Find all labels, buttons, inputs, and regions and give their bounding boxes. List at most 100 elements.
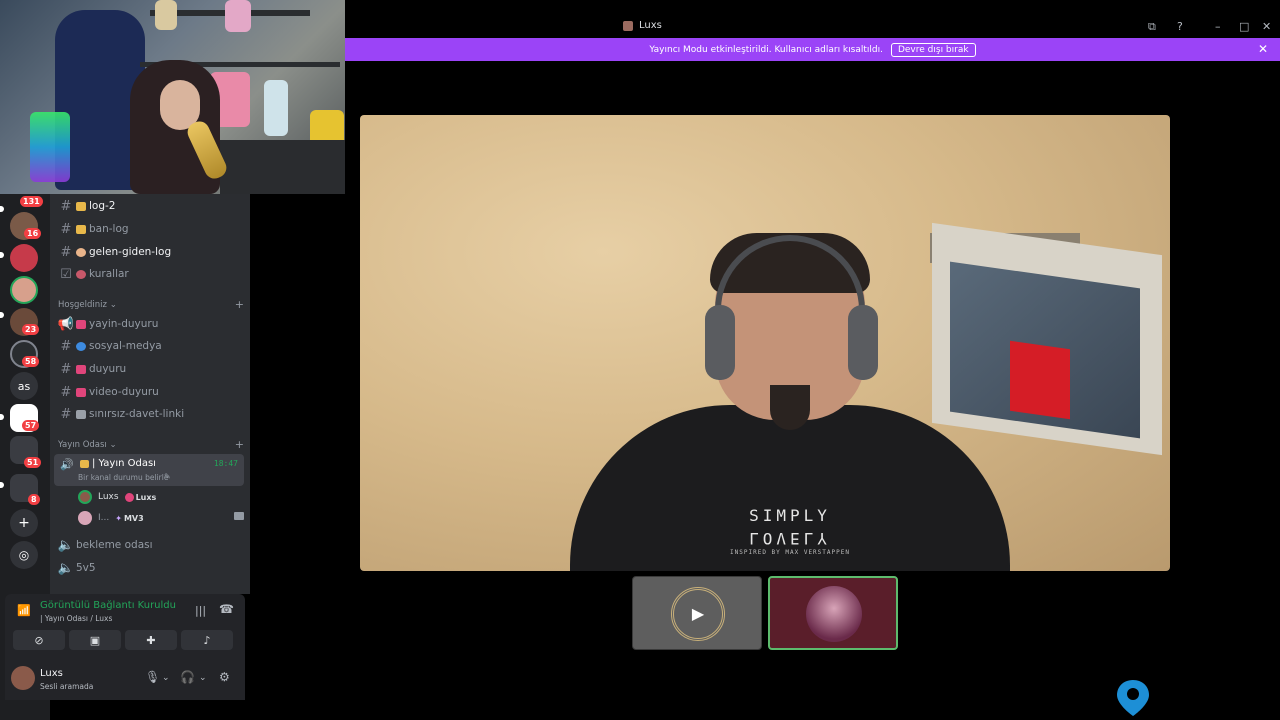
- hash-icon: #: [60, 244, 72, 260]
- channel-duyuru[interactable]: # duyuru: [56, 359, 244, 379]
- speaker-icon: 🔊: [60, 458, 74, 471]
- server-icon[interactable]: [10, 276, 38, 304]
- window-title: Luxs: [623, 20, 662, 31]
- connection-status[interactable]: Görüntülü Bağlantı Kuruldu: [40, 600, 176, 611]
- speaker-icon: 🔈: [57, 537, 75, 553]
- close-icon[interactable]: ✕: [1258, 42, 1268, 56]
- channel-gelen-giden-log[interactable]: # gelen-giden-log: [56, 242, 244, 262]
- headphones-icon[interactable]: 🎧: [180, 670, 195, 684]
- camera-icon: [234, 512, 244, 520]
- mention-badge: 57: [22, 420, 40, 431]
- voice-user-mv3[interactable]: I... ✦ MV3: [78, 509, 244, 527]
- activities-icon: ✚: [146, 633, 156, 647]
- chevron-down-icon[interactable]: ⌄: [199, 673, 207, 683]
- desk: [220, 140, 345, 194]
- category-label: Yayın Odası: [58, 439, 107, 450]
- voice-connection-panel: 📶 Görüntülü Bağlantı Kuruldu | Yayın Oda…: [5, 594, 245, 656]
- voice-channel-yayin-odasi[interactable]: 🔊 | Yayın Odası 18:47 Bir kanal durumu b…: [54, 454, 244, 486]
- flag: [1010, 340, 1070, 420]
- channel-sosyal-medya[interactable]: # sosyal-medya: [56, 336, 244, 356]
- voice-user-luxs[interactable]: Luxs Luxs: [78, 488, 156, 506]
- signal-icon[interactable]: 📶: [17, 604, 31, 617]
- soundboard-button[interactable]: ♪: [181, 630, 233, 650]
- voice-channel-bekleme-odasi[interactable]: 🔈 bekleme odası: [56, 535, 244, 555]
- mention-badge: 58: [22, 356, 40, 367]
- channel-ban-log[interactable]: # ban-log: [56, 219, 244, 239]
- gear-icon[interactable]: ⚙: [219, 670, 230, 684]
- rgb-lamp: [30, 112, 70, 182]
- screen-share-button[interactable]: ▣: [69, 630, 121, 650]
- activities-button[interactable]: ✚: [125, 630, 177, 650]
- megaphone-icon: [76, 387, 86, 397]
- channel-label: ban-log: [89, 223, 129, 235]
- hash-icon: #: [60, 221, 72, 237]
- voice-user-name: I...: [98, 513, 110, 523]
- shirt-small-text: INSPIRED BY MAX VERSTAPPEN: [730, 549, 850, 556]
- user-name[interactable]: Luxs: [40, 668, 63, 679]
- pencil-icon[interactable]: ✎: [164, 472, 171, 481]
- channel-sinirsiz-davet-linki[interactable]: # sınırsız-davet-linki: [56, 404, 244, 424]
- user-panel: Luxs Sesli aramada 🎙 ⌄ 🎧 ⌄ ⚙: [5, 656, 245, 700]
- noise-suppression-icon[interactable]: |||: [195, 604, 206, 617]
- channel-video-duyuru[interactable]: # video-duyuru: [56, 382, 244, 402]
- megaphone-icon: [76, 364, 86, 374]
- add-server-button[interactable]: +: [10, 509, 38, 537]
- hash-icon: #: [60, 384, 72, 400]
- announcement-icon: 📢: [57, 316, 75, 332]
- server-icon[interactable]: as: [10, 372, 38, 400]
- explore-servers-button[interactable]: ◎: [10, 541, 38, 569]
- add-channel-icon[interactable]: +: [235, 298, 244, 311]
- plus-icon: +: [18, 515, 30, 531]
- participant-tile-mv3[interactable]: [768, 576, 898, 650]
- title-bar: Luxs ⧉ ? – □ ✕: [345, 18, 1280, 38]
- user-avatar[interactable]: [11, 666, 35, 690]
- channel-label: log-2: [89, 200, 116, 212]
- add-channel-icon[interactable]: +: [235, 438, 244, 451]
- minimize-icon[interactable]: –: [1215, 20, 1221, 33]
- mention-badge: 23: [22, 324, 40, 335]
- mention-badge: 131: [20, 196, 43, 207]
- channel-label: bekleme odası: [76, 539, 153, 551]
- hash-icon: #: [60, 406, 72, 422]
- channel-label: sınırsız-davet-linki: [89, 408, 185, 420]
- hash-icon: #: [60, 361, 72, 377]
- unread-pill: [0, 482, 4, 488]
- speaker-icon: 🔈: [57, 560, 75, 576]
- cat-icon: [124, 492, 134, 502]
- help-icon[interactable]: ?: [1177, 20, 1183, 33]
- chevron-down-icon: ⌄: [109, 439, 117, 450]
- globe-icon: [76, 341, 86, 351]
- rules-icon: ☑: [60, 266, 72, 282]
- camera-off-icon: ⊘: [34, 633, 44, 647]
- unread-pill: [0, 206, 4, 212]
- discord-window: 131 16 23 58 as 57 51 8 + ◎ # log-2 # ba…: [0, 0, 1280, 720]
- main-video-feed[interactable]: SIMPLY LOVELY INSPIRED BY MAX VERSTAPPEN: [360, 115, 1170, 571]
- shirt-text-line2: LOVELY: [749, 529, 831, 548]
- channel-status-prompt[interactable]: Bir kanal durumu belirle: [78, 473, 168, 482]
- avatar: [78, 511, 92, 525]
- channel-log-2[interactable]: # log-2: [56, 196, 244, 216]
- camera-off-button[interactable]: ⊘: [13, 630, 65, 650]
- streamer-mode-banner: Yayıncı Modu etkinleştirildi. Kullanıcı …: [345, 38, 1280, 61]
- figurine: [155, 0, 177, 30]
- channel-yayin-duyuru[interactable]: 📢 yayin-duyuru: [56, 314, 244, 334]
- disable-streamer-mode-button[interactable]: Devre dışı bırak: [890, 42, 976, 57]
- unread-pill: [0, 312, 4, 318]
- figurine: [225, 0, 251, 32]
- mention-badge: 8: [28, 494, 40, 505]
- server-icon[interactable]: [10, 244, 38, 272]
- link-icon: [76, 409, 86, 419]
- voice-channel-5v5[interactable]: 🔈 5v5: [56, 558, 244, 578]
- channel-kurallar[interactable]: ☑ kurallar: [56, 264, 244, 284]
- microphone-icon[interactable]: 🎙: [145, 670, 160, 684]
- participant-tile-luxs[interactable]: ▶: [632, 576, 762, 650]
- category-hosgeldiniz[interactable]: Hoşgeldiniz ⌄ +: [58, 298, 244, 311]
- mention-badge: 16: [24, 228, 42, 239]
- chevron-down-icon[interactable]: ⌄: [162, 673, 170, 683]
- category-yayin-odasi[interactable]: Yayın Odası ⌄ +: [58, 438, 244, 451]
- category-label: Hoşgeldiniz: [58, 299, 107, 310]
- disconnect-icon[interactable]: ☎: [219, 602, 234, 616]
- close-icon[interactable]: ✕: [1262, 20, 1271, 33]
- popout-icon[interactable]: ⧉: [1148, 20, 1156, 34]
- maximize-icon[interactable]: □: [1239, 20, 1249, 33]
